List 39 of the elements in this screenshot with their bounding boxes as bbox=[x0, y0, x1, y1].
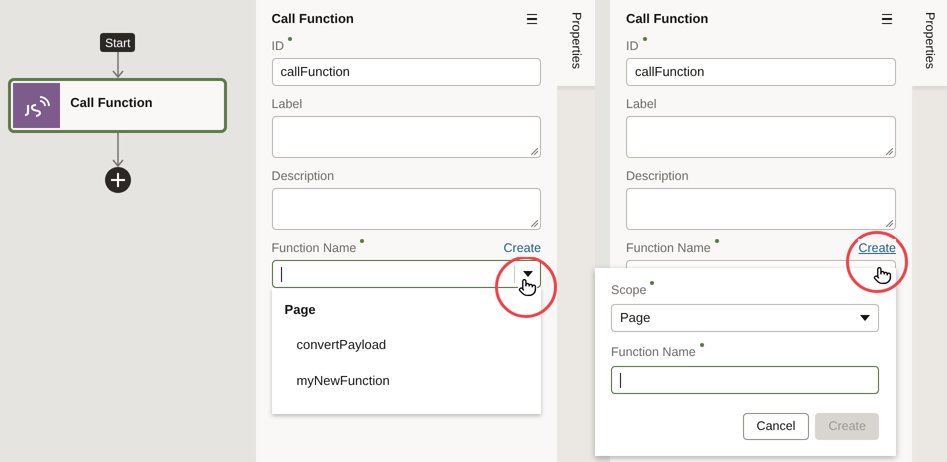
resize-handle-icon bbox=[531, 148, 538, 155]
menu-icon[interactable] bbox=[882, 14, 892, 24]
field-label: ID bbox=[272, 38, 284, 55]
field-label: Description bbox=[272, 168, 334, 185]
resize-handle-icon bbox=[531, 220, 538, 227]
node-title: Call Function bbox=[70, 94, 153, 112]
field-label: Function Name bbox=[611, 344, 696, 361]
group-header: Page bbox=[284, 301, 317, 319]
dropdown-option[interactable]: convertPayload bbox=[272, 334, 542, 356]
combobox-field[interactable] bbox=[272, 260, 542, 288]
panel-title: Call Function bbox=[626, 10, 708, 28]
field-label: ID bbox=[626, 38, 638, 55]
connector-arrow bbox=[110, 52, 125, 78]
panel-title: Call Function bbox=[272, 10, 354, 28]
scope-select[interactable]: Page bbox=[611, 304, 879, 332]
caret-icon bbox=[860, 315, 870, 321]
connector-arrow bbox=[110, 133, 125, 167]
field-label: Label bbox=[272, 96, 302, 113]
javascript-icon bbox=[13, 83, 60, 128]
call-function-node[interactable]: Call Function bbox=[8, 78, 228, 133]
field-label: Function Name bbox=[272, 240, 356, 257]
text-cursor bbox=[620, 372, 621, 388]
field-label: Scope bbox=[611, 282, 646, 299]
field-label: Function Name bbox=[626, 240, 711, 257]
resize-handle-icon bbox=[886, 148, 893, 155]
cancel-button[interactable]: Cancel bbox=[742, 413, 810, 440]
text-field[interactable]: callFunction bbox=[272, 58, 542, 86]
field-label: Description bbox=[626, 168, 689, 185]
start-badge: Start bbox=[100, 33, 136, 52]
resize-handle-icon bbox=[886, 220, 893, 227]
properties-tab[interactable]: Properties bbox=[912, 0, 947, 86]
properties-tab[interactable]: Properties bbox=[557, 0, 595, 86]
text-cursor bbox=[280, 266, 282, 282]
text-field[interactable]: callFunction bbox=[626, 58, 896, 86]
menu-icon[interactable] bbox=[527, 14, 538, 24]
dropdown-option[interactable]: myNewFunction bbox=[272, 370, 542, 392]
text-field[interactable] bbox=[611, 366, 879, 394]
add-icon[interactable] bbox=[104, 167, 131, 193]
field-label: Label bbox=[626, 96, 657, 113]
